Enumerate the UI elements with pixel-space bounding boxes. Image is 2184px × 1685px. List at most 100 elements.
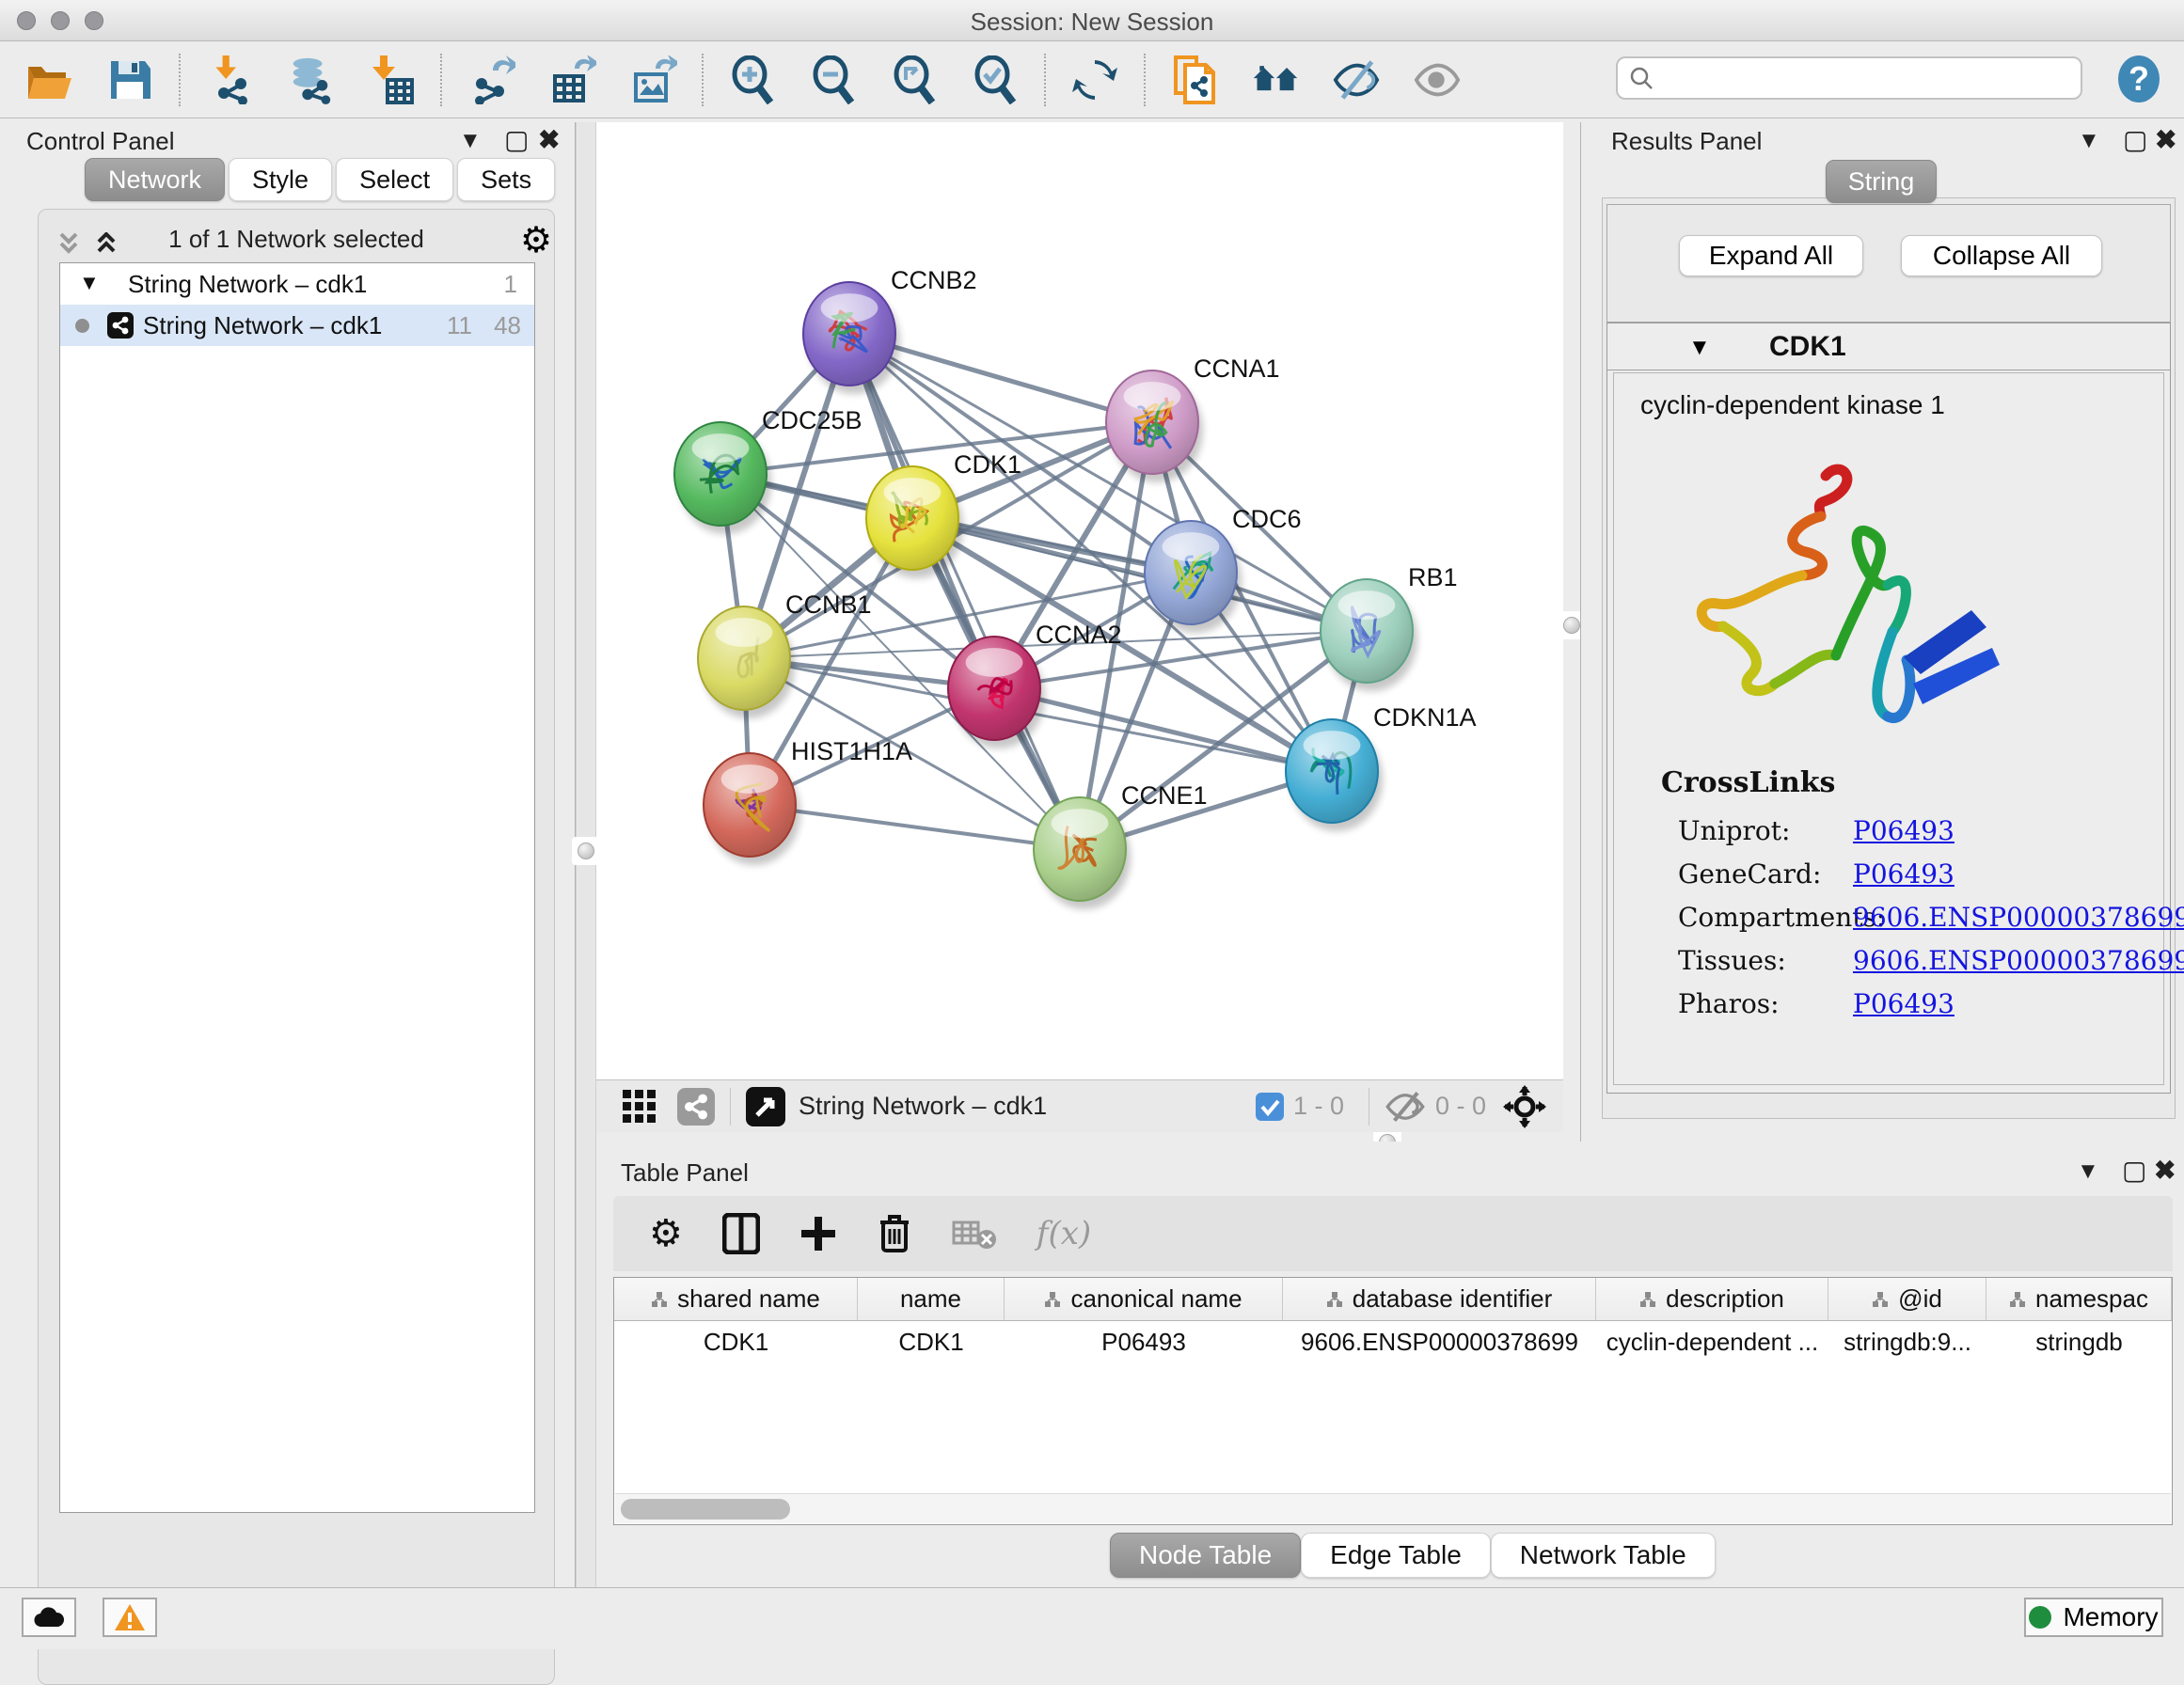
control-panel-close-icon[interactable]: ✖ [538, 127, 560, 153]
network-collection-row[interactable]: ▼ String Network – cdk1 1 [60, 263, 534, 305]
add-column-icon[interactable] [799, 1215, 837, 1252]
network-node-CDC25B[interactable] [674, 422, 771, 534]
crosslink-link[interactable]: P06493 [1853, 815, 1955, 846]
gene-collapse-icon[interactable]: ▼ [1688, 335, 1711, 361]
tab-select[interactable]: Select [336, 158, 453, 201]
collection-expand-icon[interactable]: ▼ [79, 271, 100, 295]
table-panel-menu-icon[interactable]: ▼ [2077, 1160, 2099, 1183]
export-network-icon[interactable] [467, 55, 515, 104]
network-node-HIST1H1A[interactable] [704, 753, 800, 865]
grid-view-icon[interactable] [621, 1088, 658, 1126]
table-panel-float-icon[interactable]: ▢ [2122, 1157, 2146, 1184]
crosslink-link[interactable]: P06493 [1853, 858, 1955, 890]
results-panel-menu-icon[interactable]: ▼ [2078, 130, 2100, 152]
node-label-RB1: RB1 [1408, 563, 1458, 591]
column-header-database-identifier[interactable]: database identifier [1283, 1278, 1596, 1320]
column-header-namespac[interactable]: namespac [1986, 1278, 2172, 1320]
warning-icon [114, 1603, 146, 1631]
table-options-gear-icon[interactable]: ⚙ [649, 1212, 683, 1255]
collapse-all-button[interactable]: Collapse All [1901, 235, 2102, 276]
table-panel-close-icon[interactable]: ✖ [2154, 1157, 2176, 1184]
tab-edge-table[interactable]: Edge Table [1301, 1533, 1491, 1578]
crosslink-link[interactable]: 9606.ENSP00000378699 [1853, 902, 2184, 933]
search-box[interactable] [1616, 56, 2082, 100]
open-session-icon[interactable] [24, 55, 73, 104]
birds-eye-view-icon[interactable] [746, 1087, 785, 1126]
table-row[interactable]: CDK1CDK1P064939606.ENSP00000378699cyclin… [614, 1321, 2172, 1362]
column-header-name[interactable]: name [858, 1278, 1005, 1320]
tab-string[interactable]: String [1826, 160, 1937, 203]
cloud-button[interactable] [22, 1598, 76, 1637]
network-options-gear-icon[interactable]: ⚙ [520, 219, 552, 261]
control-panel-float-icon[interactable]: ▢ [504, 127, 529, 153]
network-node-CCNA2[interactable] [948, 637, 1045, 748]
memory-button[interactable]: Memory [2024, 1598, 2163, 1637]
tab-style[interactable]: Style [229, 158, 332, 201]
crosslink-row: Tissues:9606.ENSP00000378699 [1678, 945, 2148, 988]
network-edge[interactable] [849, 334, 1080, 849]
table-h-scrollbar[interactable] [615, 1493, 2171, 1523]
node-label-HIST1H1A: HIST1H1A [791, 737, 912, 765]
selected-checkbox-icon[interactable] [1256, 1093, 1284, 1121]
column-header-description[interactable]: description [1596, 1278, 1828, 1320]
crosslink-link[interactable]: P06493 [1853, 988, 1955, 1019]
clone-network-icon[interactable] [1170, 55, 1219, 104]
network-node-RB1[interactable] [1321, 579, 1417, 691]
node-label-CCNE1: CCNE1 [1121, 781, 1208, 810]
show-columns-icon[interactable] [722, 1213, 760, 1254]
crosslink-link[interactable]: 9606.ENSP00000378699 [1853, 945, 2184, 976]
tab-network[interactable]: Network [85, 158, 225, 201]
column-header-canonical-name[interactable]: canonical name [1005, 1278, 1283, 1320]
delete-table-icon [952, 1217, 997, 1251]
save-session-icon[interactable] [105, 55, 154, 104]
home-string-icon[interactable] [1251, 55, 1300, 104]
network-row[interactable]: String Network – cdk1 11 48 [60, 305, 534, 346]
expand-all-button[interactable]: Expand All [1679, 235, 1863, 276]
scrollbar-thumb[interactable] [621, 1499, 790, 1520]
export-table-icon[interactable] [547, 55, 596, 104]
network-node-CDK1[interactable] [866, 466, 963, 578]
zoom-fit-icon[interactable] [890, 55, 939, 104]
hide-graphics-details-icon[interactable] [1332, 55, 1381, 104]
node-label-CCNB2: CCNB2 [891, 266, 977, 294]
column-type-icon [1639, 1291, 1656, 1308]
network-node-CCNA1[interactable] [1106, 370, 1203, 482]
search-input[interactable] [1654, 65, 2058, 91]
network-node-CCNE1[interactable] [1034, 797, 1131, 909]
import-network-database-icon[interactable] [286, 55, 335, 104]
help-icon[interactable]: ? [2114, 55, 2163, 103]
current-network-name: String Network – cdk1 [799, 1092, 1047, 1121]
network-node-CCNB1[interactable] [698, 606, 795, 718]
hidden-eye-icon[interactable] [1385, 1090, 1426, 1124]
import-network-file-icon[interactable] [205, 55, 254, 104]
crosslink-label: Pharos: [1678, 988, 1780, 1019]
results-panel-close-icon[interactable]: ✖ [2155, 127, 2176, 153]
import-table-file-icon[interactable] [367, 55, 416, 104]
tab-network-table[interactable]: Network Table [1491, 1533, 1716, 1578]
network-node-CCNB2[interactable] [803, 282, 900, 394]
network-view-toolbar: String Network – cdk1 1 - 0 0 - 0 [596, 1079, 1563, 1132]
show-graphics-details-icon [1413, 55, 1462, 104]
zoom-in-icon[interactable] [728, 55, 777, 104]
results-panel-float-icon[interactable]: ▢ [2123, 127, 2147, 153]
collection-count: 1 [504, 270, 517, 299]
search-icon [1629, 66, 1654, 90]
network-node-CDKN1A[interactable] [1286, 719, 1383, 831]
control-panel-menu-icon[interactable]: ▼ [459, 130, 482, 152]
crosslink-row: Compartments:9606.ENSP00000378699 [1678, 902, 2148, 945]
delete-column-icon[interactable] [877, 1213, 912, 1254]
zoom-out-icon[interactable] [809, 55, 858, 104]
warnings-button[interactable] [103, 1598, 157, 1637]
tab-sets[interactable]: Sets [457, 158, 555, 201]
string-view-icon[interactable] [677, 1088, 715, 1126]
network-canvas[interactable]: CCNB2CCNA1CDC25BCDK1CDC6RB1CCNB1CCNA2CDK… [596, 122, 1563, 1079]
tab-node-table[interactable]: Node Table [1110, 1533, 1301, 1578]
column-header-shared-name[interactable]: shared name [614, 1278, 858, 1320]
export-image-icon[interactable] [628, 55, 677, 104]
zoom-selected-icon[interactable] [971, 55, 1020, 104]
pan-crosshair-icon[interactable] [1503, 1085, 1546, 1128]
gene-section-header[interactable]: ▼ CDK1 [1607, 323, 2170, 370]
cloud-icon [33, 1606, 65, 1629]
column-header--id[interactable]: @id [1828, 1278, 1986, 1320]
apply-layout-icon[interactable] [1070, 55, 1119, 104]
